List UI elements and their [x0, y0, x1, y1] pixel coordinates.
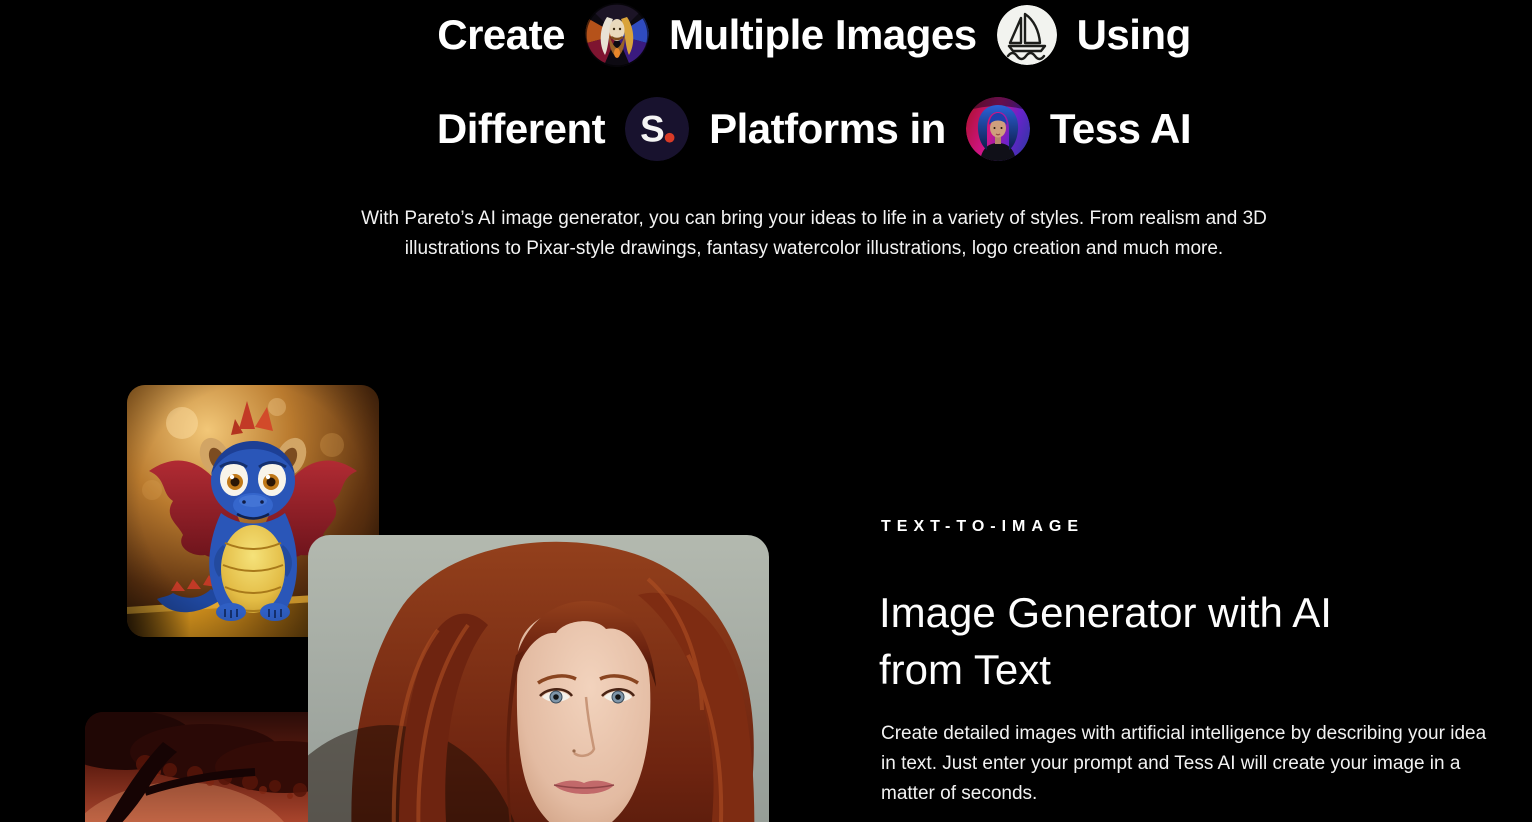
sunset-image	[85, 712, 335, 822]
s-platform-icon: S	[625, 97, 690, 161]
svg-text:S: S	[640, 109, 664, 150]
section-heading-line1: Image Generator with AI	[879, 589, 1332, 636]
hero-subtitle-line2: illustrations to Pixar-style drawings, f…	[404, 238, 1224, 259]
section-heading: Image Generator with AI from Text	[879, 584, 1332, 698]
hero-title-text: Using	[1076, 11, 1192, 58]
hero-title-text: Platforms in	[709, 105, 946, 152]
wizard-avatar-icon	[585, 3, 649, 67]
tess-avatar-icon	[965, 97, 1030, 161]
hero-title-text: Different	[436, 105, 606, 152]
sailboat-icon	[996, 5, 1057, 65]
hero-title-text: Create	[437, 11, 565, 58]
section-body: Create detailed images with artificial i…	[881, 723, 1487, 804]
hero-title-text: Multiple Images	[669, 11, 977, 58]
hero-subtitle: With Pareto’s AI image generator, you ca…	[0, 204, 1532, 264]
page: Create Multiple Images Using Different S…	[0, 0, 1532, 822]
section-eyebrow: TEXT-TO-IMAGE	[881, 518, 1085, 535]
portrait-image	[308, 535, 769, 822]
hero-title-line2: Different S Platforms in Tess AI	[0, 96, 1532, 162]
hero-subtitle-line1: With Pareto’s AI image generator, you ca…	[361, 208, 1267, 229]
hero-title-text: Tess AI	[1049, 105, 1192, 152]
section-heading-line2: from Text	[879, 646, 1051, 693]
hero-title-line1: Create Multiple Images Using	[0, 2, 1532, 68]
